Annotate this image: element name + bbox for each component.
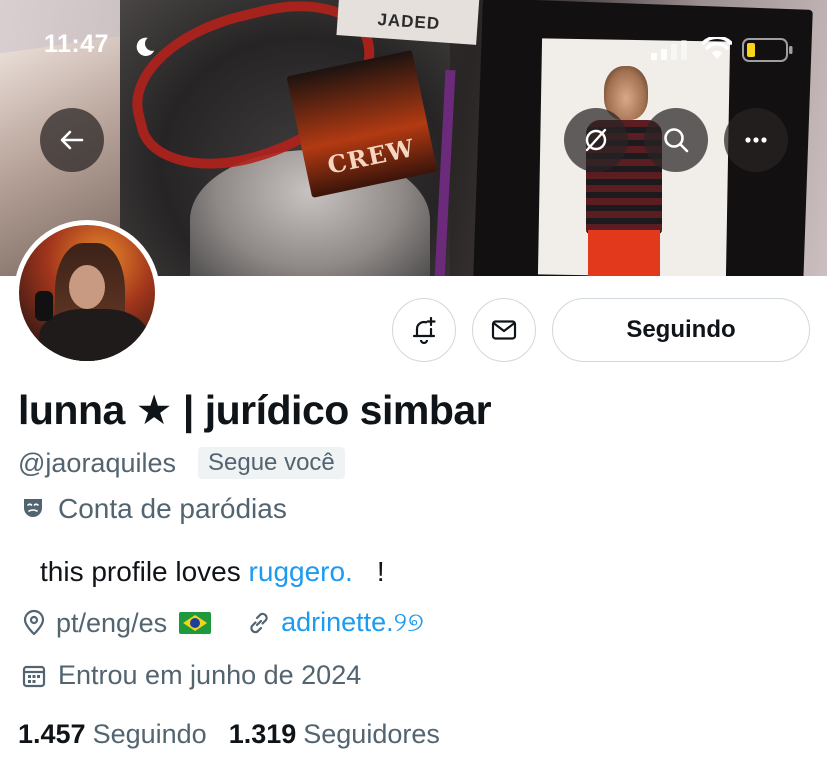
search-button[interactable] xyxy=(644,108,708,172)
battery-icon xyxy=(742,38,793,62)
location-text: pt/eng/es xyxy=(56,607,168,638)
signal-icon xyxy=(651,40,687,60)
grok-button[interactable] xyxy=(564,108,628,172)
follow-stats: 1.457 Seguindo 1.319 Seguidores xyxy=(18,719,440,750)
user-handle: @jaoraquiles xyxy=(18,447,176,478)
parody-label-row[interactable]: Conta de paródias xyxy=(20,493,287,525)
avatar-image xyxy=(19,225,155,361)
joined-text: Entrou em junho de 2024 xyxy=(58,660,362,690)
back-arrow-icon xyxy=(60,130,84,150)
profile-meta-row: pt/eng/es adrinette.୨୭ xyxy=(20,607,424,639)
envelope-icon xyxy=(491,320,517,340)
handle-row: @jaoraquiles Segue você xyxy=(18,447,345,479)
wifi-icon xyxy=(702,37,732,59)
bio-text: ! xyxy=(376,556,385,587)
profile-link[interactable]: adrinette.୨୭ xyxy=(245,607,424,639)
search-icon xyxy=(664,128,689,153)
following-label: Seguindo xyxy=(92,719,207,749)
joined-date-row: Entrou em junho de 2024 xyxy=(20,660,361,691)
bio-mention-link[interactable]: ruggero. xyxy=(249,556,353,587)
link-icon xyxy=(250,612,268,634)
following-button[interactable]: Seguindo xyxy=(552,298,810,362)
follows-you-badge: Segue você xyxy=(198,447,345,479)
avatar-coat xyxy=(39,309,149,361)
avatar-face xyxy=(69,265,105,309)
followers-stat[interactable]: 1.319 Seguidores xyxy=(229,719,440,750)
avatar[interactable] xyxy=(14,220,160,366)
message-button[interactable] xyxy=(472,298,536,362)
followers-label: Seguidores xyxy=(303,719,440,749)
brazil-flag-icon xyxy=(179,612,212,634)
bell-plus-icon xyxy=(412,316,436,345)
parody-label: Conta de paródias xyxy=(58,493,287,524)
following-count: 1.457 xyxy=(18,719,86,749)
notify-button[interactable] xyxy=(392,298,456,362)
grok-icon xyxy=(585,128,607,152)
bio-text: this profile loves xyxy=(40,556,241,587)
profile-link-text[interactable]: adrinette.୨୭ xyxy=(281,607,424,639)
banner-card-text: CREW xyxy=(324,132,418,180)
more-button[interactable] xyxy=(724,108,788,172)
banner-person xyxy=(588,230,660,276)
followers-count: 1.319 xyxy=(228,719,297,749)
bio: this profile loves ruggero.! xyxy=(40,556,385,588)
status-time: 11:47 xyxy=(44,30,110,58)
following-stat[interactable]: 1.457 Seguindo xyxy=(18,719,207,750)
back-button[interactable] xyxy=(40,108,104,172)
moon-icon xyxy=(136,37,155,56)
display-name: lunna ★ | jurídico simbar xyxy=(18,387,492,433)
calendar-icon xyxy=(22,665,46,687)
more-icon xyxy=(745,137,767,143)
theater-mask-icon xyxy=(24,499,42,517)
banner-book-text: JADED xyxy=(376,9,441,34)
avatar-mic xyxy=(35,291,53,321)
banner-card: CREW xyxy=(286,50,438,198)
location-pin-icon xyxy=(23,609,45,636)
